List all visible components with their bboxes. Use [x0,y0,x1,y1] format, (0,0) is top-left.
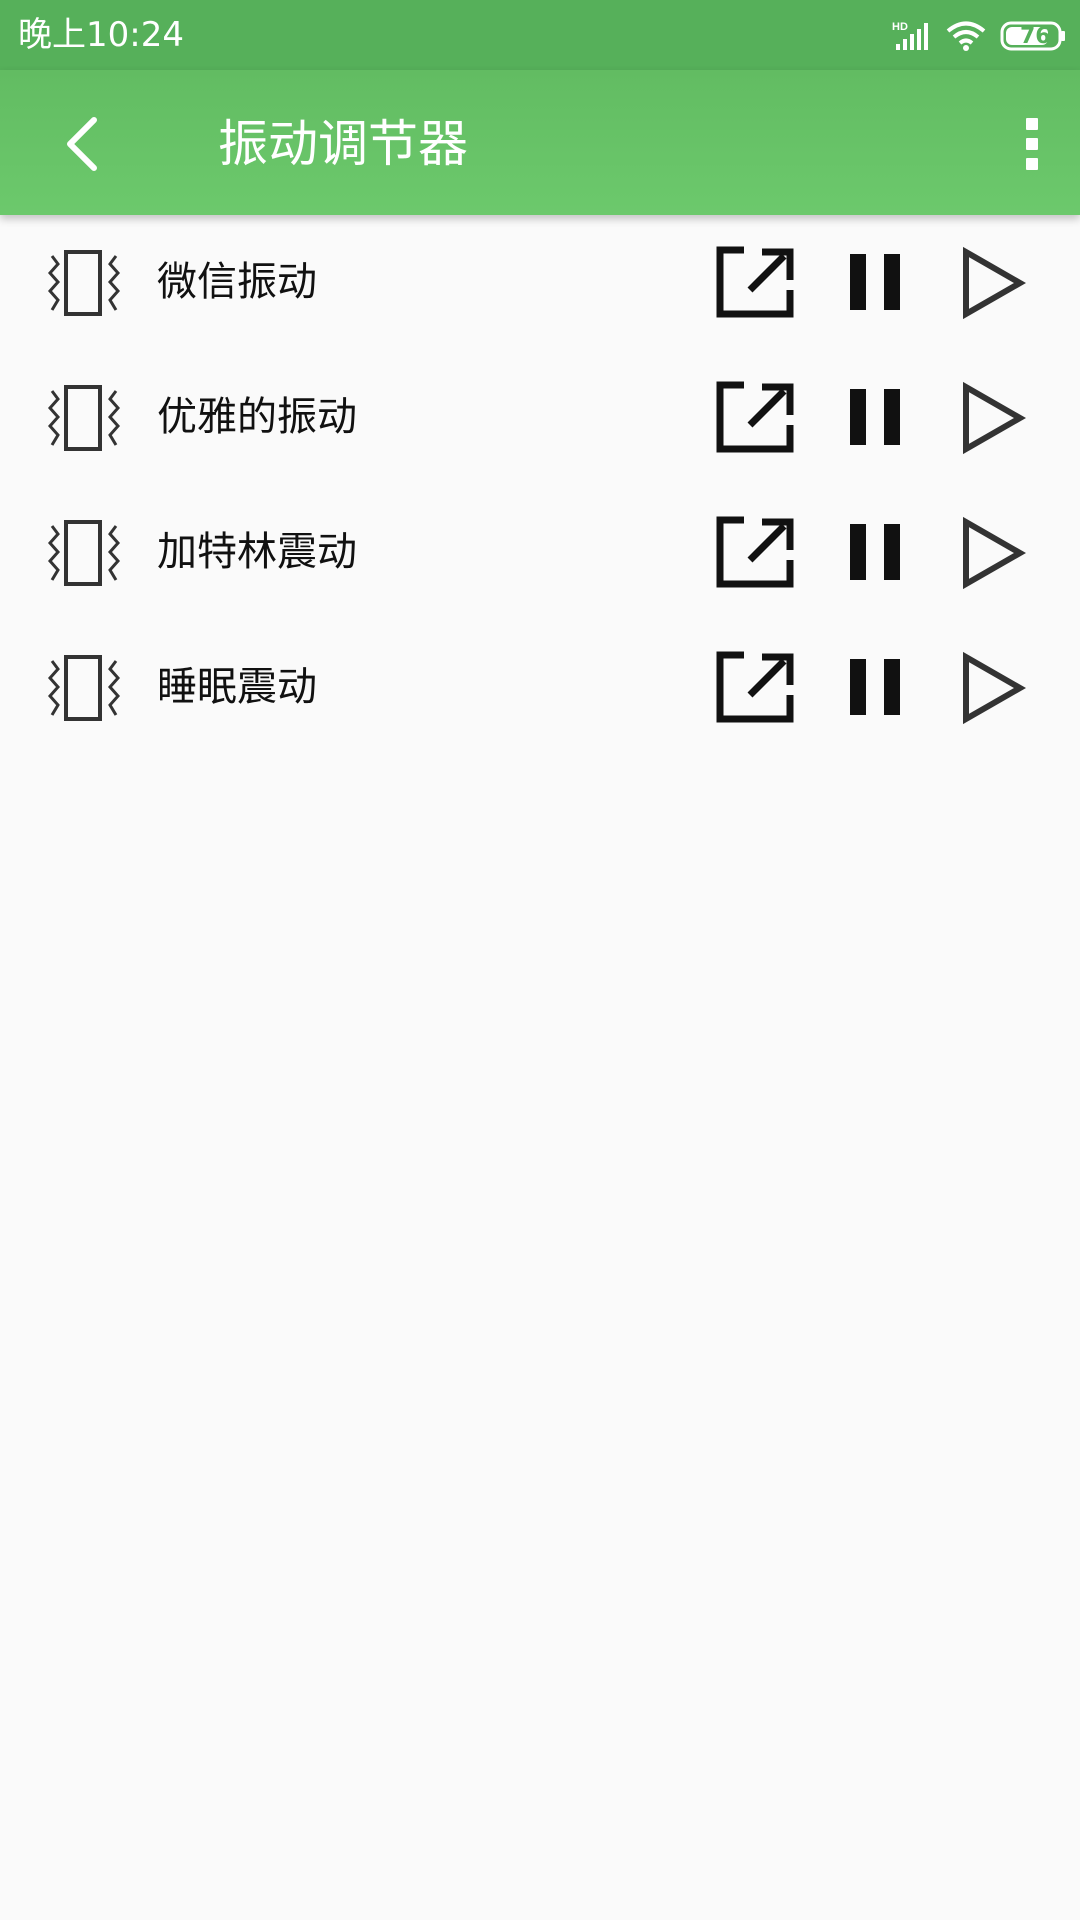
open-external-icon [716,246,794,318]
page-title: 振动调节器 [218,115,468,173]
play-button[interactable] [960,651,1026,725]
play-button[interactable] [960,516,1026,590]
pause-button[interactable] [848,522,904,582]
vibration-icon [46,653,122,723]
more-vertical-icon [1026,118,1038,170]
battery-icon: 76 [1000,20,1066,52]
open-button[interactable] [714,649,796,725]
wifi-icon [946,20,986,52]
vibration-list: 微信振动 优雅的振动 加特林震动 睡眠震动 [0,215,1080,755]
play-icon [963,246,1026,320]
status-bar: 晚上10:24 HD 76 [0,0,1080,70]
status-time: 晚上10:24 [18,15,184,55]
pause-button[interactable] [848,252,904,312]
more-options-button[interactable] [1000,106,1064,182]
open-external-icon [716,516,794,588]
hd-label: HD [892,21,908,33]
list-item[interactable]: 微信振动 [0,215,1080,350]
status-icons: HD 76 [892,16,1066,56]
battery-level: 76 [1020,24,1051,49]
list-item[interactable]: 优雅的振动 [0,350,1080,485]
vibration-icon [46,518,122,588]
play-icon [963,516,1026,590]
play-button[interactable] [960,246,1026,320]
chevron-left-icon [67,117,97,171]
pause-icon [850,254,900,310]
item-label: 优雅的振动 [157,394,357,440]
back-button[interactable] [44,106,120,182]
open-external-icon [716,381,794,453]
open-button[interactable] [714,379,796,455]
item-label: 加特林震动 [157,529,357,575]
play-button[interactable] [960,381,1026,455]
pause-icon [850,389,900,445]
open-button[interactable] [714,244,796,320]
list-item[interactable]: 睡眠震动 [0,620,1080,755]
play-icon [963,381,1026,455]
hd-signal-icon: HD [892,20,932,52]
app-bar: 振动调节器 [0,70,1080,215]
item-label: 微信振动 [157,259,317,305]
vibration-icon [46,248,122,318]
pause-icon [850,659,900,715]
pause-button[interactable] [848,387,904,447]
list-item[interactable]: 加特林震动 [0,485,1080,620]
open-external-icon [716,651,794,723]
item-label: 睡眠震动 [157,664,317,710]
open-button[interactable] [714,514,796,590]
play-icon [963,651,1026,725]
pause-icon [850,524,900,580]
vibration-icon [46,383,122,453]
pause-button[interactable] [848,657,904,717]
